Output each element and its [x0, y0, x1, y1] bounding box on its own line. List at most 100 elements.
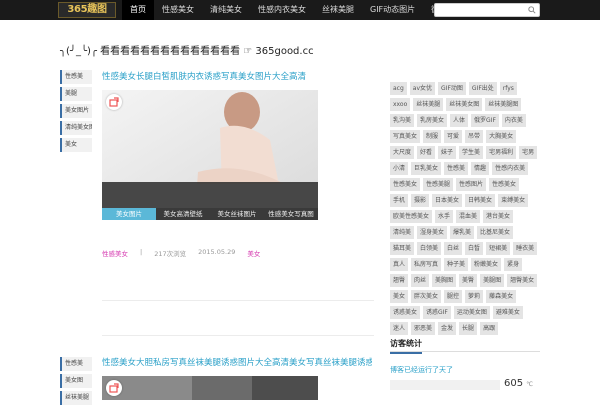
- cloud-tag[interactable]: 宅男: [519, 146, 538, 159]
- cloud-tag[interactable]: 大胸美女: [486, 130, 517, 143]
- search-input[interactable]: [434, 3, 540, 17]
- cloud-tag[interactable]: 性感美: [444, 162, 469, 175]
- cloud-tag[interactable]: 金发: [438, 322, 457, 335]
- cloud-tag[interactable]: 摄影: [411, 194, 430, 207]
- post-category[interactable]: 性感美女: [102, 248, 128, 258]
- cloud-tag[interactable]: 混血美: [456, 210, 481, 223]
- cloud-tag[interactable]: av女优: [409, 82, 436, 95]
- cloud-tag[interactable]: 比基尼美女: [477, 226, 514, 239]
- cloud-tag[interactable]: 性感美女: [390, 178, 421, 191]
- post-thumbnail[interactable]: [102, 376, 318, 400]
- cloud-tag[interactable]: 长腿: [459, 322, 478, 335]
- cloud-tag[interactable]: 清纯美: [390, 226, 415, 239]
- cloud-tag[interactable]: rfys: [499, 82, 517, 95]
- cloud-tag[interactable]: 可爱: [444, 130, 463, 143]
- cloud-tag[interactable]: 迷人: [390, 322, 409, 335]
- side-tag[interactable]: 丝袜美腿: [60, 391, 92, 405]
- cloud-tag[interactable]: 诱惑美女: [390, 306, 421, 319]
- search-icon[interactable]: [528, 6, 536, 14]
- cloud-tag[interactable]: 翘臀: [390, 274, 409, 287]
- cloud-tag[interactable]: 白皙: [465, 242, 484, 255]
- cloud-tag[interactable]: 私房写真: [411, 258, 442, 271]
- cloud-tag[interactable]: 吊带: [465, 130, 484, 143]
- cloud-tag[interactable]: 俄罗GIF: [471, 114, 499, 127]
- side-tag[interactable]: 美女: [60, 138, 92, 152]
- cloud-tag[interactable]: 小清: [390, 162, 409, 175]
- cloud-tag[interactable]: 丝袜美女图: [446, 98, 483, 111]
- cloud-tag[interactable]: 丝袜美腿: [413, 98, 444, 111]
- cloud-tag[interactable]: GIF出处: [468, 82, 497, 95]
- cloud-tag[interactable]: 性感美女: [489, 178, 520, 191]
- cloud-tag[interactable]: 性感图片: [456, 178, 487, 191]
- cloud-tag[interactable]: 美臀: [459, 274, 478, 287]
- cloud-tag[interactable]: 种子美: [444, 258, 469, 271]
- cloud-tag[interactable]: 学生美: [459, 146, 484, 159]
- cloud-tag[interactable]: 乳沟美: [390, 114, 415, 127]
- cloud-tag[interactable]: 高跟: [480, 322, 499, 335]
- nav-sexy[interactable]: 性感美女: [154, 0, 202, 20]
- cloud-tag[interactable]: 美胸图: [432, 274, 457, 287]
- site-logo[interactable]: 365趣图: [58, 2, 116, 18]
- cloud-tag[interactable]: 避难美女: [492, 306, 523, 319]
- thumb-tab[interactable]: 美女丝袜图片: [210, 208, 264, 220]
- nav-gif[interactable]: GIF动态图片: [362, 0, 423, 20]
- cloud-tag[interactable]: 好看: [417, 146, 436, 159]
- cloud-tag[interactable]: 白领美: [417, 242, 442, 255]
- cloud-tag[interactable]: 萝莉: [465, 290, 484, 303]
- cloud-tag[interactable]: 日本美女: [432, 194, 463, 207]
- cloud-tag[interactable]: xxoo: [390, 98, 411, 111]
- post-title[interactable]: 性感美女大胆私房写真丝袜美腿诱惑图片大全高清美女写真丝袜美腿诱惑图片大全美女图片…: [102, 356, 372, 368]
- cloud-tag[interactable]: 湿身美女: [417, 226, 448, 239]
- cloud-tag[interactable]: 邪恶美: [411, 322, 436, 335]
- cloud-tag[interactable]: 港台美女: [483, 210, 514, 223]
- cloud-tag[interactable]: acg: [390, 82, 407, 95]
- cloud-tag[interactable]: 肉丝: [411, 274, 430, 287]
- share-button[interactable]: [106, 380, 122, 396]
- nav-stockings[interactable]: 丝袜美腿: [314, 0, 362, 20]
- cloud-tag[interactable]: 丝袜美腿图: [485, 98, 522, 111]
- cloud-tag[interactable]: 内衣美: [501, 114, 526, 127]
- side-tag[interactable]: 美女图: [60, 374, 92, 388]
- cloud-tag[interactable]: 乳房美女: [417, 114, 448, 127]
- side-tag[interactable]: 美腿: [60, 87, 92, 101]
- cloud-tag[interactable]: 情趣: [471, 162, 490, 175]
- cloud-tag[interactable]: 诱惑GIF: [423, 306, 451, 319]
- cloud-tag[interactable]: 美女: [390, 290, 409, 303]
- cloud-tag[interactable]: 粉嫩美女: [471, 258, 502, 271]
- cloud-tag[interactable]: 猫耳美: [390, 242, 415, 255]
- cloud-tag[interactable]: 藤森美女: [486, 290, 517, 303]
- cloud-tag[interactable]: 写真美女: [390, 130, 421, 143]
- cloud-tag[interactable]: 白丝: [444, 242, 463, 255]
- cloud-tag[interactable]: 运动美女图: [453, 306, 490, 319]
- thumb-tab[interactable]: 美女高清壁纸: [156, 208, 210, 220]
- side-tag[interactable]: 美女图片: [60, 104, 92, 118]
- thumb-tab[interactable]: 美女图片: [102, 208, 156, 220]
- post-tag[interactable]: 美女: [247, 248, 260, 258]
- cloud-tag[interactable]: 短裙美: [486, 242, 511, 255]
- side-tag[interactable]: 性感美: [60, 70, 92, 84]
- share-button[interactable]: [106, 94, 122, 110]
- cloud-tag[interactable]: 水手: [435, 210, 454, 223]
- post-thumbnail[interactable]: 美女图片 美女高清壁纸 美女丝袜图片 性感美女写真图: [102, 90, 318, 220]
- nav-lingerie[interactable]: 性感内衣美女: [250, 0, 314, 20]
- cloud-tag[interactable]: 人体: [450, 114, 469, 127]
- cloud-tag[interactable]: 性感内衣美: [492, 162, 529, 175]
- cloud-tag[interactable]: 性感美腿: [423, 178, 454, 191]
- cloud-tag[interactable]: 胖次美女: [411, 290, 442, 303]
- cloud-tag[interactable]: 翘臀美女: [507, 274, 538, 287]
- cloud-tag[interactable]: 大尺度: [390, 146, 415, 159]
- thumb-tab[interactable]: 性感美女写真图: [264, 208, 318, 220]
- cloud-tag[interactable]: 制服: [423, 130, 442, 143]
- cloud-tag[interactable]: 宅男福利: [486, 146, 517, 159]
- cloud-tag[interactable]: 手机: [390, 194, 409, 207]
- cloud-tag[interactable]: 睡衣美: [513, 242, 538, 255]
- cloud-tag[interactable]: 真人: [390, 258, 409, 271]
- cloud-tag[interactable]: 妹子: [438, 146, 457, 159]
- side-tag[interactable]: 性感美: [60, 357, 92, 371]
- cloud-tag[interactable]: 巨乳美女: [411, 162, 442, 175]
- cloud-tag[interactable]: 美腿图: [480, 274, 505, 287]
- cloud-tag[interactable]: GIF动图: [438, 82, 466, 95]
- side-tag[interactable]: 清纯美女图: [60, 121, 92, 135]
- nav-pure[interactable]: 清纯美女: [202, 0, 250, 20]
- cloud-tag[interactable]: 爆乳美: [450, 226, 475, 239]
